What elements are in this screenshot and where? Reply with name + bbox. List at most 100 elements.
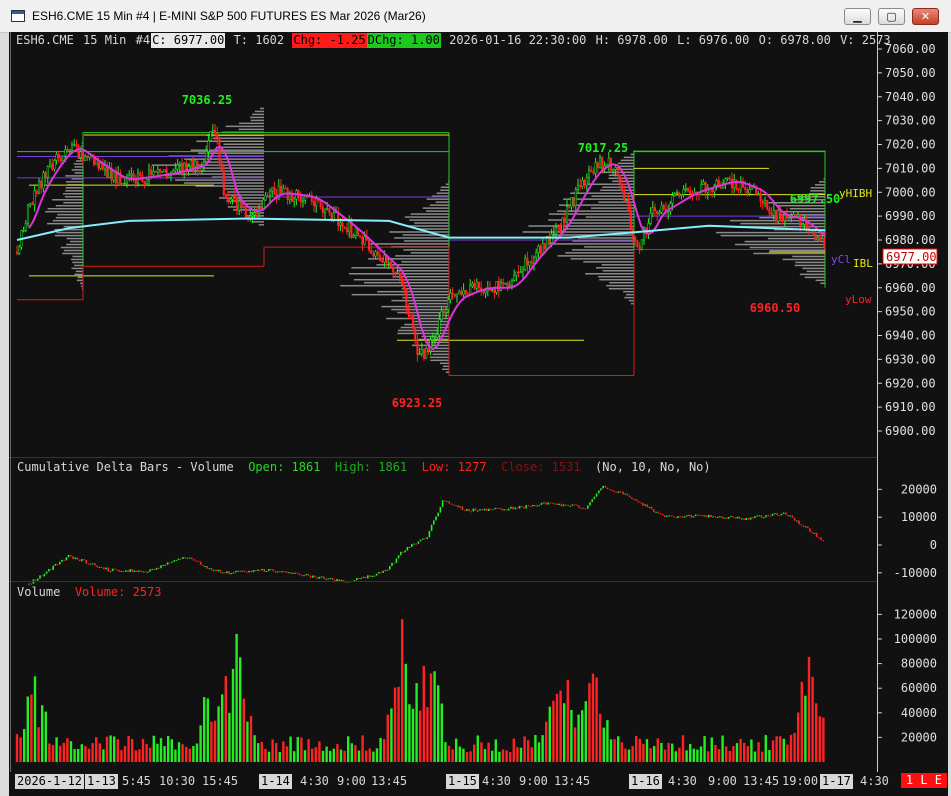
volume-bar (235, 633, 238, 762)
profile-bar (184, 158, 264, 160)
delta-bar (593, 496, 596, 500)
delta-bar (809, 528, 811, 532)
delta-bar (173, 560, 175, 562)
profile-bar (585, 273, 634, 275)
candle-body (660, 205, 663, 213)
close-button[interactable]: ✕ (912, 8, 939, 25)
volume-bar (811, 676, 814, 762)
candle-body (671, 195, 674, 204)
price-tick-label: 6910.00 (885, 400, 936, 414)
candle-body (585, 177, 588, 186)
chart-canvas[interactable]: 6900.00 6910.00 6920.00 6930.00 6940.00 6950.… (9, 32, 948, 796)
minimize-button[interactable]: ▁ (844, 8, 871, 25)
volume-bar (174, 749, 177, 762)
volume-bar (552, 700, 555, 762)
profile-bar (618, 165, 634, 168)
delta-bar (657, 511, 659, 514)
candle-body (143, 181, 146, 184)
delta-bar (675, 517, 677, 519)
volume-bar (375, 748, 379, 762)
candle-body (77, 145, 80, 158)
delta-bar (375, 573, 378, 576)
volume-bar (199, 725, 202, 762)
profile-bar (608, 174, 634, 177)
volume-bar (462, 748, 465, 762)
delta-bar (622, 491, 624, 495)
volume-bar (656, 738, 659, 762)
time-axis[interactable]: 2026-1-12 1-13 5:45 10:30 15:45 1-14 4:30 9:00 1… (9, 772, 948, 796)
delta-bar (822, 540, 824, 542)
delta-bar (358, 577, 360, 579)
delta-bar (125, 570, 127, 572)
profile-bar (225, 125, 264, 128)
delta-bar (584, 508, 587, 510)
candle-body (374, 251, 377, 257)
candle-body (783, 214, 786, 221)
volume-bar (660, 742, 663, 762)
volume-bar (329, 750, 332, 762)
delta-tick-label: 20000 (901, 482, 937, 496)
volume-bar (293, 751, 296, 762)
maximize-button[interactable]: ▢ (878, 8, 905, 25)
candle-body (134, 179, 137, 184)
delta-bar (430, 524, 433, 532)
candle-body (427, 348, 430, 352)
profile-bar (557, 255, 634, 257)
candle-body (462, 290, 465, 295)
delta-bar (356, 577, 358, 581)
candle-body (394, 271, 397, 274)
volume-bar (159, 738, 163, 762)
delta-bar (763, 517, 765, 519)
candle-body (788, 217, 791, 219)
volume-bar (624, 748, 627, 762)
delta-bar (268, 568, 270, 571)
profile-bar (62, 193, 83, 195)
window-title: ESH6.CME 15 Min #4 | E-MINI S&P 500 FUTU… (32, 9, 426, 23)
delta-bar (45, 571, 48, 574)
delta-bar (562, 504, 565, 507)
profile-bar (795, 261, 825, 264)
time-axis-label: 2026-1-12 (15, 774, 85, 789)
volume-bar (123, 746, 127, 762)
chart-area[interactable]: 6900.00 6910.00 6920.00 6930.00 6940.00 6950.… (9, 32, 948, 796)
candle-body (348, 221, 351, 232)
info-volume: V: 2573 (840, 33, 891, 47)
delta-bar (331, 577, 334, 580)
candle-body (759, 193, 762, 202)
volume-bar (480, 742, 483, 762)
delta-bar (153, 569, 156, 571)
candle-body (46, 166, 49, 178)
volume-bar (221, 694, 224, 762)
delta-bar (679, 516, 681, 518)
price-tick-label: 6980.00 (885, 233, 936, 247)
delta-bar (37, 578, 39, 581)
volume-bar (59, 745, 62, 762)
delta-bar (765, 515, 767, 518)
time-axis-label: 4:30 (300, 774, 329, 788)
delta-bar (109, 571, 112, 573)
window-titlebar[interactable]: ESH6.CME 15 Min #4 | E-MINI S&P 500 FUTU… (0, 0, 951, 33)
delta-tick-label: -10000 (894, 566, 937, 580)
profile-bar (225, 194, 264, 196)
delta-bar (668, 515, 670, 517)
volume-bar (732, 746, 735, 762)
delta-bar (373, 575, 376, 577)
delta-bar (727, 517, 730, 519)
profile-bar (522, 231, 634, 233)
profile-bar (753, 252, 825, 255)
time-axis-label: 9:00 (519, 774, 548, 788)
candle-body (594, 162, 597, 174)
volume-bar (332, 748, 335, 762)
delta-bar (96, 565, 98, 568)
candle-body (653, 207, 657, 212)
delta-bar (204, 566, 206, 568)
delta-bar (653, 509, 655, 513)
volume-bar (707, 751, 710, 762)
candle-body (818, 237, 822, 242)
delta-bar (756, 515, 758, 517)
volume-bar (505, 750, 508, 762)
candle-body (719, 187, 723, 189)
candle-body (242, 206, 245, 208)
delta-bar (298, 573, 301, 576)
delta-bar (116, 569, 118, 571)
